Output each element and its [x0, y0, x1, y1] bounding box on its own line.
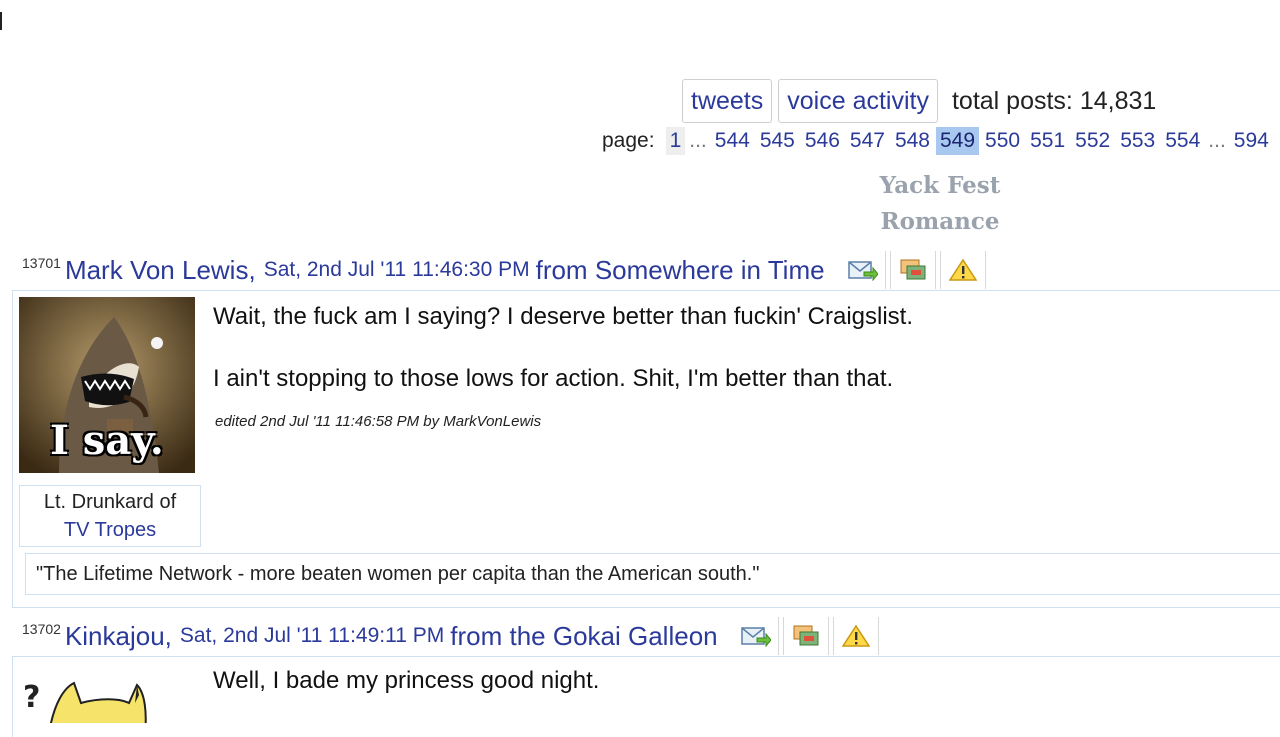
post-body: I say. Lt. Drunkard of TV Tropes Wait, t… [12, 290, 1280, 608]
page-link[interactable]: 551 [1026, 127, 1069, 155]
warning-icon[interactable] [832, 617, 879, 655]
page-link-current[interactable]: 549 [936, 127, 980, 155]
pager-ellipsis: ... [689, 129, 707, 152]
voice-activity-button[interactable]: voice activity [778, 79, 938, 123]
post-body: ? Well, I bade my princess good night. [12, 656, 1280, 737]
text-cursor [0, 12, 2, 30]
forum-title-line2: Romance [880, 208, 1000, 235]
user-title-link[interactable]: TV Tropes [20, 516, 200, 544]
page-link[interactable]: 554 [1161, 127, 1204, 155]
page-link[interactable]: 546 [801, 127, 844, 155]
avatar-caption: I say. [50, 417, 164, 464]
post-header: 13702 Kinkajou, Sat, 2nd Jul '11 11:49:1… [22, 616, 879, 656]
page-link[interactable]: 552 [1071, 127, 1114, 155]
page-link[interactable]: 547 [846, 127, 889, 155]
post-author-link[interactable]: Mark Von Lewis, [65, 255, 256, 286]
post-number: 13702 [22, 621, 61, 637]
avatar[interactable]: I say. [19, 297, 199, 477]
quote-icon[interactable] [782, 617, 829, 655]
page-link[interactable]: 550 [981, 127, 1024, 155]
user-title: Lt. Drunkard of TV Tropes [19, 485, 201, 547]
post-header: 13701 Mark Von Lewis, Sat, 2nd Jul '11 1… [22, 250, 986, 290]
forum-title: Yack Fest Romance [860, 168, 1020, 240]
svg-text:?: ? [23, 680, 40, 715]
pagination: page: 1 ... 544 545 546 547 548 549 550 … [602, 126, 1274, 156]
post-location: from the Gokai Galleon [450, 620, 718, 651]
post-number: 13701 [22, 255, 61, 271]
pager-ellipsis: ... [1208, 129, 1226, 152]
post-text-line: Wait, the fuck am I saying? I deserve be… [213, 303, 913, 330]
post-author-link[interactable]: Kinkajou, [65, 621, 172, 652]
page-link[interactable]: 548 [891, 127, 934, 155]
avatar[interactable]: ? [19, 663, 199, 723]
post-tools [730, 617, 879, 655]
warning-icon[interactable] [939, 251, 986, 289]
post-date: Sat, 2nd Jul '11 11:46:30 PM [263, 258, 530, 281]
post-text-line: Well, I bade my princess good night. [213, 667, 600, 694]
total-posts: total posts: 14,831 [951, 86, 1157, 115]
tweets-button[interactable]: tweets [682, 79, 773, 123]
message-icon[interactable] [734, 617, 779, 655]
post-date: Sat, 2nd Jul '11 11:49:11 PM [179, 624, 445, 647]
page-link[interactable]: 544 [711, 127, 754, 155]
page-link[interactable]: 553 [1116, 127, 1159, 155]
post-tools [837, 251, 986, 289]
page-label: page: [602, 129, 655, 152]
page-link[interactable]: 545 [756, 127, 799, 155]
page-link-last[interactable]: 594 [1230, 127, 1273, 155]
post-text-line: I ain't stopping to those lows for actio… [213, 365, 894, 392]
thread-toolbar: tweets voice activity total posts: 14,83… [682, 78, 1156, 124]
message-icon[interactable] [841, 251, 886, 289]
post-location: from Somewhere in Time [535, 254, 825, 285]
forum-title-line1: Yack Fest [879, 172, 1001, 199]
page-link-first[interactable]: 1 [665, 127, 686, 155]
user-title-text: Lt. Drunkard of [43, 491, 177, 513]
signature: "The Lifetime Network - more beaten wome… [25, 553, 1280, 595]
quote-icon[interactable] [889, 251, 936, 289]
edit-note: edited 2nd Jul '11 11:46:58 PM by MarkVo… [215, 413, 542, 430]
